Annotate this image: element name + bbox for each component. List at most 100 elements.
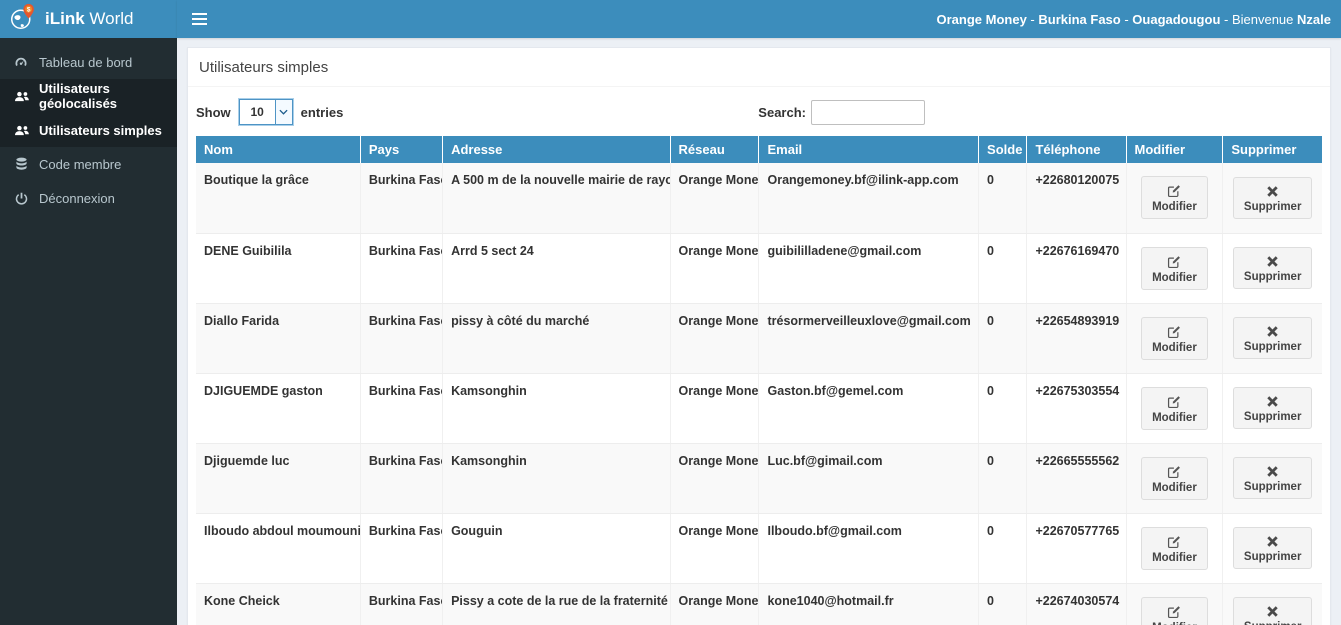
edit-pencil-icon bbox=[1167, 535, 1181, 549]
cell-solde: 0 bbox=[978, 583, 1028, 625]
cell-reseau: Orange Money bbox=[670, 373, 760, 444]
svg-text:$: $ bbox=[27, 6, 31, 13]
modify-button[interactable]: Modifier bbox=[1141, 176, 1208, 220]
cell-pays: Burkina Faso bbox=[360, 233, 444, 304]
cell-pays: Burkina Faso bbox=[360, 303, 444, 374]
search-input[interactable] bbox=[811, 99, 925, 125]
brand-link[interactable]: $ iLink World bbox=[0, 0, 177, 38]
sidebar-item-code-membre[interactable]: Code membre bbox=[0, 147, 177, 181]
show-label: Show bbox=[196, 104, 231, 120]
sidebar-item-utilisateurs-geolocalises[interactable]: Utilisateurs géolocalisés bbox=[0, 79, 177, 113]
entries-label: entries bbox=[300, 104, 344, 120]
modify-button[interactable]: Modifier bbox=[1141, 456, 1208, 500]
delete-button[interactable]: Supprimer bbox=[1232, 317, 1313, 359]
cell-telephone: +22674030574 bbox=[1026, 583, 1127, 625]
cell-adresse: Pissy a cote de la rue de la fraternité bbox=[442, 583, 671, 625]
sidebar-item-label: Déconnexion bbox=[39, 190, 115, 206]
sidebar-menu: Tableau de bord Utilisateurs géolocalisé… bbox=[0, 38, 177, 215]
cell-email: guibililladene@gmail.com bbox=[758, 233, 980, 304]
table-row: Djiguemde luc Burkina Faso Kamsonghin Or… bbox=[196, 443, 1322, 514]
close-x-icon bbox=[1266, 465, 1279, 478]
edit-pencil-icon bbox=[1167, 325, 1181, 339]
page-title: Utilisateurs simples bbox=[199, 59, 329, 76]
close-x-icon bbox=[1266, 325, 1279, 338]
table-row: DJIGUEMDE gaston Burkina Faso Kamsonghin… bbox=[196, 373, 1322, 444]
edit-pencil-icon bbox=[1167, 605, 1181, 619]
cell-email: Luc.bf@gimail.com bbox=[758, 443, 980, 514]
table-row: DENE Guibilila Burkina Faso Arrd 5 sect … bbox=[196, 233, 1322, 304]
cell-solde: 0 bbox=[978, 303, 1028, 374]
users-icon bbox=[13, 90, 29, 103]
dashboard-icon bbox=[13, 55, 29, 69]
cell-solde: 0 bbox=[978, 373, 1028, 444]
cell-solde: 0 bbox=[978, 233, 1028, 304]
column-header-telephone[interactable]: Téléphone bbox=[1026, 136, 1127, 163]
edit-pencil-icon bbox=[1167, 184, 1181, 198]
table-header-row: Nom Pays Adresse Réseau Email Solde Télé… bbox=[196, 136, 1322, 163]
cell-adresse: A 500 m de la nouvelle mairie de rayongo bbox=[442, 163, 671, 234]
edit-pencil-icon bbox=[1167, 255, 1181, 269]
cell-telephone: +22670577765 bbox=[1026, 513, 1127, 584]
delete-button[interactable]: Supprimer bbox=[1232, 176, 1313, 219]
cell-pays: Burkina Faso bbox=[360, 163, 444, 234]
cell-telephone: +22665555562 bbox=[1026, 443, 1127, 514]
cell-pays: Burkina Faso bbox=[360, 373, 444, 444]
delete-button[interactable]: Supprimer bbox=[1232, 597, 1313, 625]
column-header-adresse[interactable]: Adresse bbox=[442, 136, 671, 163]
close-x-icon bbox=[1266, 395, 1279, 408]
cell-email: Orangemoney.bf@ilink-app.com bbox=[758, 163, 980, 234]
city-name: Ouagadougou bbox=[1132, 11, 1221, 27]
edit-pencil-icon bbox=[1167, 395, 1181, 409]
sidebar-toggle-button[interactable] bbox=[177, 0, 221, 38]
close-x-icon bbox=[1266, 185, 1279, 198]
modify-button[interactable]: Modifier bbox=[1141, 316, 1208, 360]
power-icon bbox=[13, 192, 29, 205]
page-length-value: 10 bbox=[250, 105, 264, 119]
cell-nom: Djiguemde luc bbox=[196, 443, 361, 514]
search-label: Search: bbox=[758, 104, 806, 120]
cell-reseau: Orange Money bbox=[670, 233, 760, 304]
delete-button[interactable]: Supprimer bbox=[1232, 387, 1313, 429]
column-header-supprimer: Supprimer bbox=[1222, 136, 1322, 163]
search-control: Search: bbox=[758, 99, 925, 125]
modify-button[interactable]: Modifier bbox=[1141, 246, 1208, 290]
main-area: Orange Money - Burkina Faso - Ouagadougo… bbox=[177, 0, 1341, 625]
modify-button[interactable]: Modifier bbox=[1141, 526, 1208, 570]
sidebar-item-utilisateurs-simples[interactable]: Utilisateurs simples bbox=[0, 113, 177, 147]
modify-button[interactable]: Modifier bbox=[1141, 386, 1208, 430]
database-icon bbox=[13, 157, 29, 171]
column-header-nom[interactable]: Nom bbox=[196, 136, 361, 163]
close-x-icon bbox=[1266, 255, 1279, 268]
delete-button[interactable]: Supprimer bbox=[1232, 527, 1313, 569]
cell-nom: DJIGUEMDE gaston bbox=[196, 373, 361, 444]
users-icon bbox=[13, 124, 29, 137]
sidebar-item-label: Tableau de bord bbox=[39, 54, 133, 70]
table-controls: Show 10 entries Search: bbox=[196, 99, 1322, 125]
delete-button[interactable]: Supprimer bbox=[1232, 457, 1313, 499]
table-row: Ilboudo abdoul moumouni Burkina Faso Gou… bbox=[196, 513, 1322, 584]
cell-adresse: Arrd 5 sect 24 bbox=[442, 233, 671, 304]
column-header-reseau[interactable]: Réseau bbox=[670, 136, 760, 163]
cell-telephone: +22680120075 bbox=[1026, 163, 1127, 234]
cell-reseau: Orange Money bbox=[670, 163, 760, 234]
users-table: Nom Pays Adresse Réseau Email Solde Télé… bbox=[196, 136, 1322, 625]
welcome-label: Bienvenue bbox=[1231, 11, 1294, 27]
sidebar-item-label: Utilisateurs simples bbox=[39, 122, 162, 138]
delete-button[interactable]: Supprimer bbox=[1232, 247, 1313, 289]
column-header-email[interactable]: Email bbox=[758, 136, 980, 163]
close-x-icon bbox=[1266, 605, 1279, 618]
cell-adresse: Kamsonghin bbox=[442, 443, 671, 514]
sidebar-item-deconnexion[interactable]: Déconnexion bbox=[0, 181, 177, 215]
cell-adresse: pissy à côté du marché bbox=[442, 303, 671, 374]
cell-reseau: Orange Money bbox=[670, 513, 760, 584]
column-header-solde[interactable]: Solde bbox=[978, 136, 1028, 163]
sidebar-item-dashboard[interactable]: Tableau de bord bbox=[0, 45, 177, 79]
cell-nom: Boutique la grâce bbox=[196, 163, 361, 234]
cell-reseau: Orange Money bbox=[670, 443, 760, 514]
cell-reseau: Orange Money bbox=[670, 303, 760, 374]
page-length-select[interactable]: 10 bbox=[238, 99, 293, 125]
table-row: Diallo Farida Burkina Faso pissy à côté … bbox=[196, 303, 1322, 374]
table-row: Kone Cheick Burkina Faso Pissy a cote de… bbox=[196, 583, 1322, 625]
modify-button[interactable]: Modifier bbox=[1141, 596, 1208, 625]
column-header-pays[interactable]: Pays bbox=[360, 136, 444, 163]
